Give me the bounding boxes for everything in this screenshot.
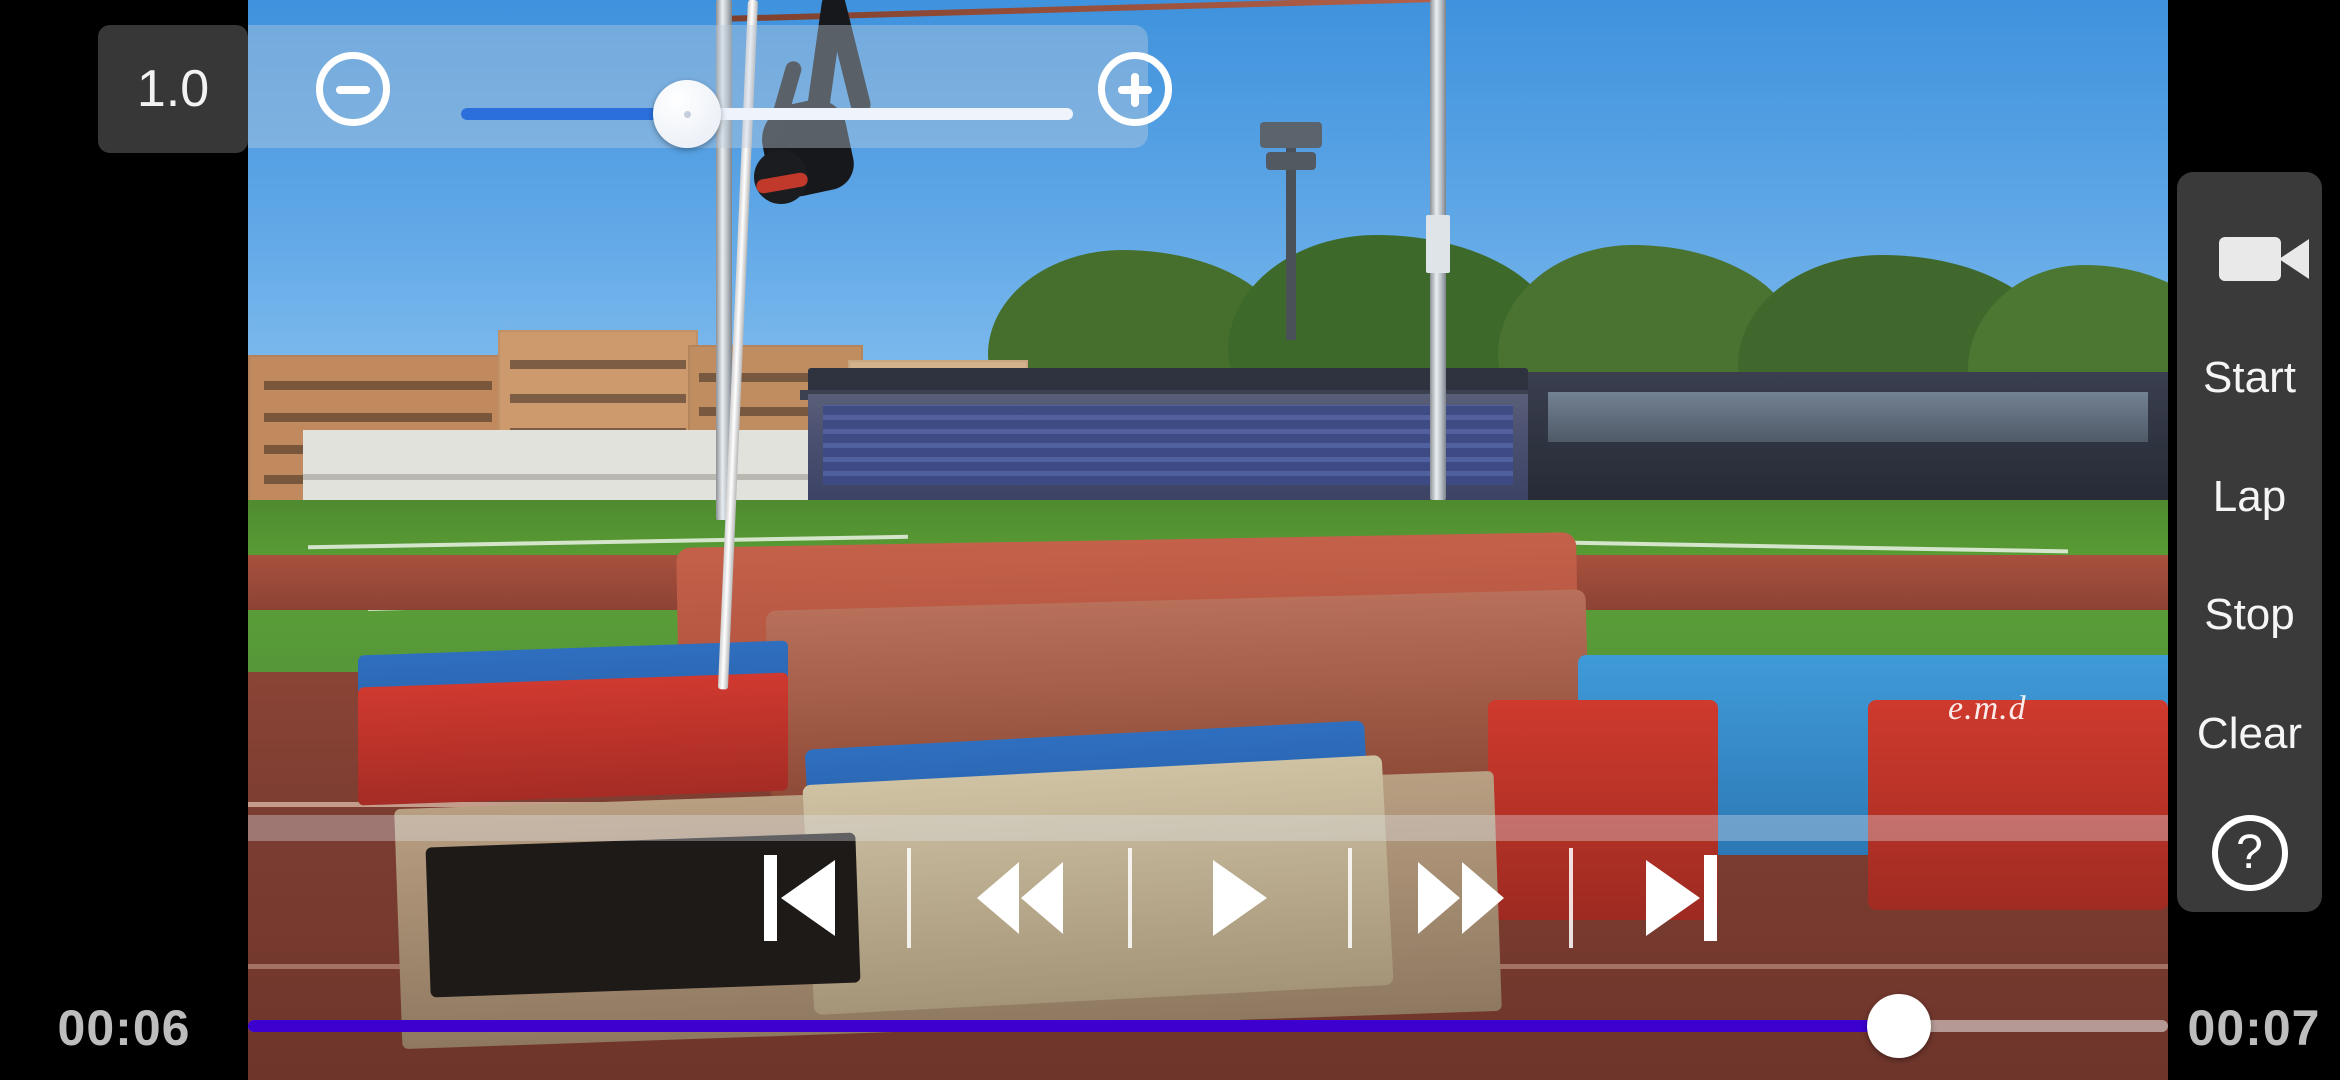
- playback-speed-control: 1.0: [98, 25, 1172, 153]
- transport-divider: [1348, 848, 1353, 948]
- rewind-button[interactable]: [961, 843, 1079, 953]
- lap-button[interactable]: Lap: [2177, 437, 2322, 556]
- landing-mat: [1868, 700, 2168, 910]
- stop-button[interactable]: Stop: [2177, 556, 2322, 675]
- clear-button[interactable]: Clear: [2177, 675, 2322, 794]
- total-time-label: 00:07: [2187, 999, 2321, 1056]
- help-icon-glyph: ?: [2236, 825, 2263, 879]
- start-button[interactable]: Start: [2177, 319, 2322, 438]
- current-time-label: 00:06: [57, 999, 191, 1056]
- fast-forward-button[interactable]: [1402, 843, 1520, 953]
- app-root: e.m.d 1.0 00:06 00:07 Start Lap Stop Cle…: [0, 0, 2340, 1080]
- speed-slider[interactable]: [461, 80, 1073, 148]
- question-mark-circle-icon: ?: [2211, 814, 2288, 891]
- clubhouse: [303, 430, 833, 502]
- plus-circle-icon[interactable]: [1098, 52, 1172, 126]
- clear-button-label: Clear: [2196, 709, 2303, 759]
- floodlight: [1260, 122, 1322, 340]
- transport-divider: [1127, 848, 1132, 948]
- stadium-glass: [1548, 392, 2148, 442]
- stop-button-label: Stop: [2204, 590, 2295, 640]
- timeline-scrubber[interactable]: [248, 994, 2168, 1058]
- transport-controls: [740, 838, 1740, 958]
- upright-banner: [1426, 215, 1450, 273]
- minus-circle-icon[interactable]: [316, 52, 390, 126]
- help-button[interactable]: ?: [2177, 793, 2322, 912]
- speed-value-label: 1.0: [136, 60, 210, 118]
- play-button[interactable]: [1181, 843, 1299, 953]
- start-button-label: Start: [2203, 353, 2296, 402]
- stopwatch-sidebar: Start Lap Stop Clear ?: [2177, 172, 2322, 912]
- mat-branding-text: e.m.d: [1948, 690, 2027, 727]
- lap-button-label: Lap: [2212, 471, 2287, 521]
- record-button[interactable]: [2177, 200, 2322, 319]
- speed-slider-thumb[interactable]: [653, 80, 722, 148]
- timeline-progress: [248, 1020, 1900, 1032]
- timeline-thumb[interactable]: [1867, 994, 1932, 1058]
- transport-divider: [1568, 848, 1573, 948]
- transport-divider: [907, 848, 912, 948]
- landing-mat: [358, 672, 788, 806]
- stadium-seats: [823, 405, 1513, 485]
- skip-to-start-button[interactable]: [740, 843, 858, 953]
- skip-to-end-button[interactable]: [1622, 843, 1740, 953]
- video-camera-icon: [2218, 237, 2309, 282]
- stadium-roof: [800, 368, 1536, 400]
